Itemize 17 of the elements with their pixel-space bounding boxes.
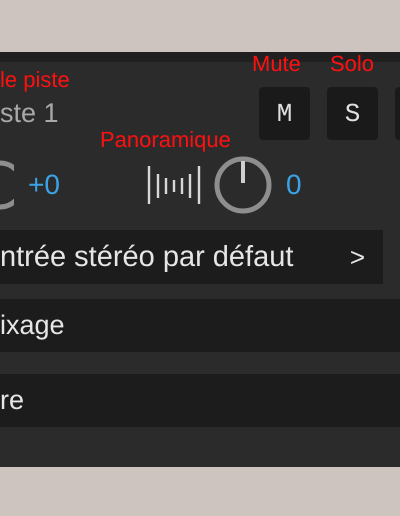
- input-value: ntrée stéréo par défaut: [0, 240, 294, 274]
- annotation-label: Panoramique: [100, 128, 231, 152]
- pan-icon: [146, 164, 201, 206]
- annotation-label: le piste: [0, 68, 70, 92]
- volume-value[interactable]: +0: [28, 169, 60, 201]
- annotation-label: Solo: [330, 52, 374, 76]
- track-name: ste 1: [0, 98, 59, 128]
- solo-button[interactable]: S: [327, 87, 378, 140]
- section-header[interactable]: ixage: [0, 299, 400, 352]
- knob-icon[interactable]: [0, 160, 14, 210]
- knob-icon[interactable]: [214, 156, 272, 214]
- annotation-label: Mute: [252, 52, 301, 76]
- pan-value[interactable]: 0: [286, 169, 302, 201]
- mute-button[interactable]: M: [259, 87, 310, 140]
- chevron-icon: >: [350, 242, 365, 272]
- section-header[interactable]: re: [0, 374, 400, 427]
- input-dropdown[interactable]: ntrée stéréo par défaut >: [0, 230, 383, 284]
